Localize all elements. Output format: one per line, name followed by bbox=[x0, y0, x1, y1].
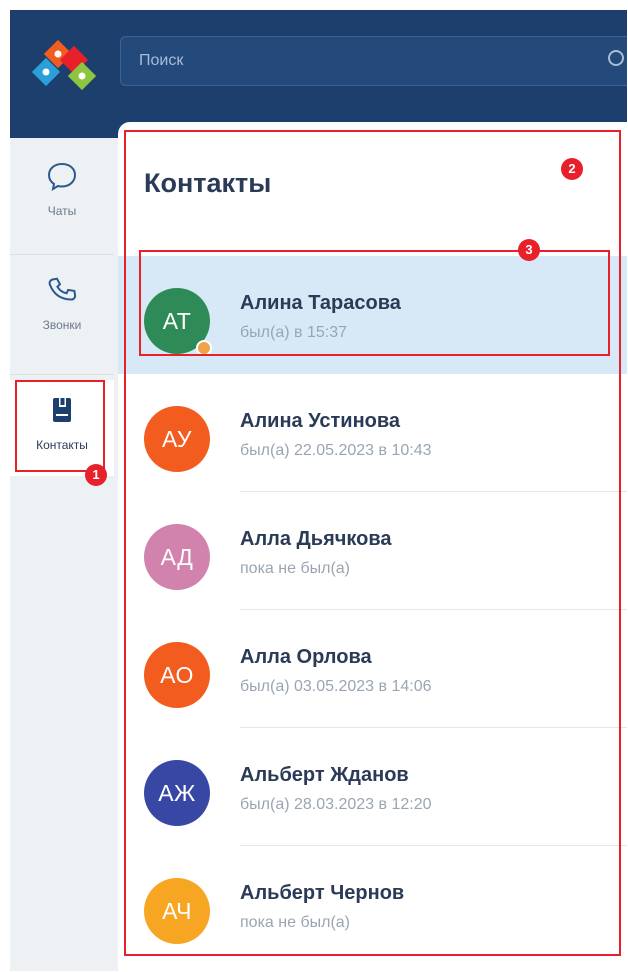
app-window: Поиск Чаты Звонки Контакты Контакты АТ А… bbox=[10, 10, 627, 971]
nav-item-label: Чаты bbox=[47, 204, 77, 218]
annotation-marker-3: 3 bbox=[518, 239, 540, 261]
app-logo bbox=[31, 40, 97, 91]
annotation-marker-1: 1 bbox=[85, 464, 107, 486]
nav-rail: Чаты Звонки Контакты bbox=[10, 138, 118, 971]
nav-item-calls[interactable]: Звонки bbox=[10, 260, 114, 356]
search-input[interactable]: Поиск bbox=[139, 52, 183, 70]
annotation-marker-2: 2 bbox=[561, 158, 583, 180]
divider bbox=[10, 254, 114, 255]
top-header: Поиск bbox=[10, 10, 627, 138]
nav-item-label: Звонки bbox=[42, 318, 82, 332]
phone-icon bbox=[48, 277, 77, 301]
divider bbox=[10, 374, 114, 375]
chat-bubble-icon bbox=[47, 162, 77, 192]
nav-item-chats[interactable]: Чаты bbox=[10, 146, 114, 242]
annotation-box-1 bbox=[15, 380, 105, 472]
search-icon[interactable] bbox=[607, 49, 627, 71]
search-box[interactable]: Поиск bbox=[120, 36, 627, 86]
annotation-box-3 bbox=[139, 250, 610, 356]
